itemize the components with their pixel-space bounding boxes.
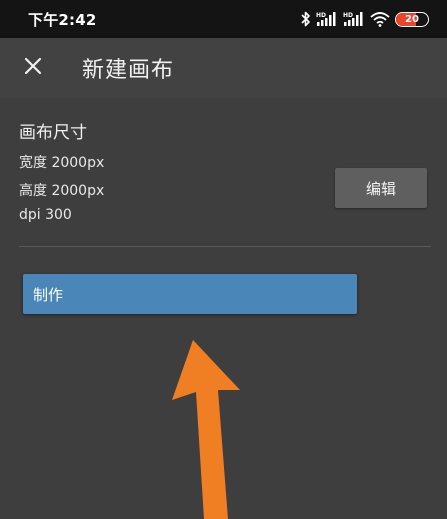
svg-text:HD: HD — [316, 12, 326, 19]
canvas-dpi-value: dpi 300 — [19, 207, 72, 223]
battery-level: 20 — [405, 13, 419, 25]
canvas-size-heading: 画布尺寸 — [19, 123, 87, 143]
canvas-width-value: 宽度 2000px — [19, 155, 105, 171]
new-canvas-screen: 下午2:42 HD HD 20 新建画布 画布尺寸 宽度 2000px 高度 2… — [0, 0, 447, 519]
wifi-icon — [370, 11, 390, 27]
divider — [19, 246, 431, 247]
app-bar: 新建画布 — [0, 38, 447, 98]
edit-button[interactable]: 编辑 — [335, 168, 427, 208]
canvas-height-value: 高度 2000px — [19, 183, 105, 199]
hd-signal-icon: HD — [343, 11, 365, 27]
battery-icon: 20 — [395, 11, 429, 27]
status-icons: HD HD 20 — [301, 9, 429, 29]
close-button[interactable] — [16, 51, 50, 85]
close-icon — [24, 57, 42, 79]
svg-text:HD: HD — [343, 12, 353, 19]
page-title: 新建画布 — [82, 58, 175, 83]
hd-signal-icon: HD — [316, 11, 338, 27]
bluetooth-icon — [301, 11, 311, 27]
orange-arrow-icon — [160, 340, 250, 519]
make-button[interactable]: 制作 — [23, 274, 357, 314]
status-bar: 下午2:42 HD HD 20 — [0, 0, 447, 38]
status-time: 下午2:42 — [28, 11, 97, 29]
